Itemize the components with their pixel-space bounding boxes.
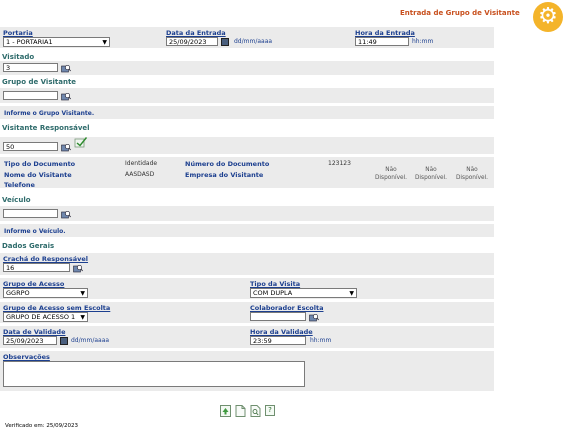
photo-unavailable-1: Não Disponível. (374, 166, 408, 182)
search-picker-icon[interactable] (309, 313, 319, 322)
verificado-text: Verificado em: 25/09/2023 (5, 423, 79, 429)
photo-unavailable-2: Não Disponível. (414, 166, 448, 182)
visitado-title: Visitado (2, 53, 35, 61)
edit-check-icon[interactable] (74, 136, 88, 148)
photo-unavailable-2-line2: Disponível. (414, 175, 448, 181)
visitado-input[interactable]: 3 (3, 63, 58, 72)
grupo-sem-escolta-label: Grupo de Acesso sem Escolta (3, 304, 111, 312)
observacoes-label: Observações (3, 353, 50, 361)
veiculo-title: Veículo (2, 196, 31, 204)
dados-gerais-title: Dados Gerais (2, 242, 55, 250)
data-entrada-format: dd/mm/aaaa (234, 38, 273, 45)
tipo-visita-select[interactable]: COM DUPLA ▼ (250, 288, 357, 298)
hora-entrada-label: Hora da Entrada (355, 29, 415, 37)
tipo-doc-label: Tipo do Documento (4, 160, 76, 168)
cracha-input[interactable]: 16 (3, 263, 70, 272)
photo-unavailable-2-line1: Não (425, 167, 437, 173)
colaborador-input[interactable] (250, 312, 306, 321)
gear-icon[interactable]: ⚙ (533, 2, 563, 32)
grupo-visitante-info: Informe o Grupo Visitante. (4, 110, 95, 117)
tipo-doc-value: Identidade (125, 160, 158, 167)
grupo-visitante-title: Grupo de Visitante (2, 78, 77, 86)
hora-entrada-format: hh:mm (412, 38, 434, 45)
grupo-acesso-selected: GGRPO (6, 288, 30, 297)
grupo-sem-escolta-select[interactable]: GRUPO DE ACESSO 1 ▼ (3, 312, 88, 322)
portaria-label: Portaria (3, 29, 33, 37)
num-doc-label: Número do Documento (185, 160, 270, 168)
veiculo-info: Informe o Veículo. (4, 228, 66, 235)
validade-hora-input[interactable]: 23:59 (250, 336, 306, 345)
validade-hora-format: hh:mm (310, 337, 332, 344)
photo-unavailable-1-line2: Disponível. (374, 175, 408, 181)
veiculo-info-band (0, 224, 494, 237)
chevron-down-icon: ▼ (349, 289, 354, 297)
empresa-label: Empresa do Visitante (185, 171, 264, 179)
veiculo-band (0, 206, 494, 221)
search-picker-icon[interactable] (61, 64, 71, 73)
calendar-icon[interactable] (221, 38, 229, 46)
calendar-icon[interactable] (60, 337, 68, 345)
nome-label: Nome do Visitante (4, 171, 72, 179)
grupo-visitante-band (0, 88, 494, 103)
veiculo-input[interactable] (3, 209, 58, 218)
grupo-acesso-label: Grupo de Acesso (3, 280, 65, 288)
observacoes-textarea[interactable] (3, 361, 305, 387)
search-picker-icon[interactable] (61, 143, 71, 152)
new-document-icon[interactable] (235, 405, 246, 417)
tipo-visita-label: Tipo da Visita (250, 280, 301, 288)
chevron-down-icon: ▼ (102, 38, 107, 46)
data-entrada-label: Data da Entrada (166, 29, 226, 37)
nome-value: AASDASD (125, 171, 155, 178)
data-entrada-input[interactable]: 25/09/2023 (166, 37, 218, 46)
portaria-selected: 1 - PORTARIA1 (6, 37, 53, 46)
validade-data-label: Data de Validade (3, 328, 66, 336)
search-picker-icon[interactable] (61, 210, 71, 219)
photo-unavailable-3: Não Disponível. (455, 166, 489, 182)
portaria-select[interactable]: 1 - PORTARIA1 ▼ (3, 37, 110, 47)
photo-unavailable-1-line1: Não (385, 167, 397, 173)
validade-data-format: dd/mm/aaaa (71, 337, 110, 344)
responsavel-input[interactable]: 50 (3, 142, 58, 151)
photo-unavailable-3-line2: Disponível. (455, 175, 489, 181)
search-picker-icon[interactable] (73, 264, 83, 273)
chevron-down-icon: ▼ (80, 313, 85, 321)
responsavel-title: Visitante Responsável (2, 124, 90, 132)
grupo-visitante-input[interactable] (3, 91, 58, 100)
cracha-label: Crachá do Responsável (3, 255, 89, 263)
num-doc-value: 123123 (328, 160, 351, 167)
chevron-down-icon: ▼ (80, 289, 85, 297)
page-title: Entrada de Grupo de Visitante (400, 9, 520, 17)
save-icon[interactable] (220, 405, 231, 417)
grupo-sem-escolta-selected: GRUPO DE ACESSO 1 (6, 312, 76, 321)
hora-entrada-input[interactable]: 11:49 (355, 37, 409, 46)
tipo-visita-selected: COM DUPLA (253, 288, 293, 297)
photo-unavailable-3-line1: Não (466, 167, 478, 173)
telefone-label: Telefone (4, 181, 35, 189)
required-note: * Campo de preenchimento obrigatório (2, 395, 110, 401)
validade-data-input[interactable]: 25/09/2023 (3, 336, 57, 345)
visitado-band (0, 61, 494, 75)
search-document-icon[interactable] (250, 405, 261, 417)
validade-hora-label: Hora da Validade (250, 328, 313, 336)
help-icon[interactable]: ? (265, 405, 275, 416)
grupo-acesso-select[interactable]: GGRPO ▼ (3, 288, 88, 298)
search-picker-icon[interactable] (61, 92, 71, 101)
colaborador-label: Colaborador Escolta (250, 304, 324, 312)
